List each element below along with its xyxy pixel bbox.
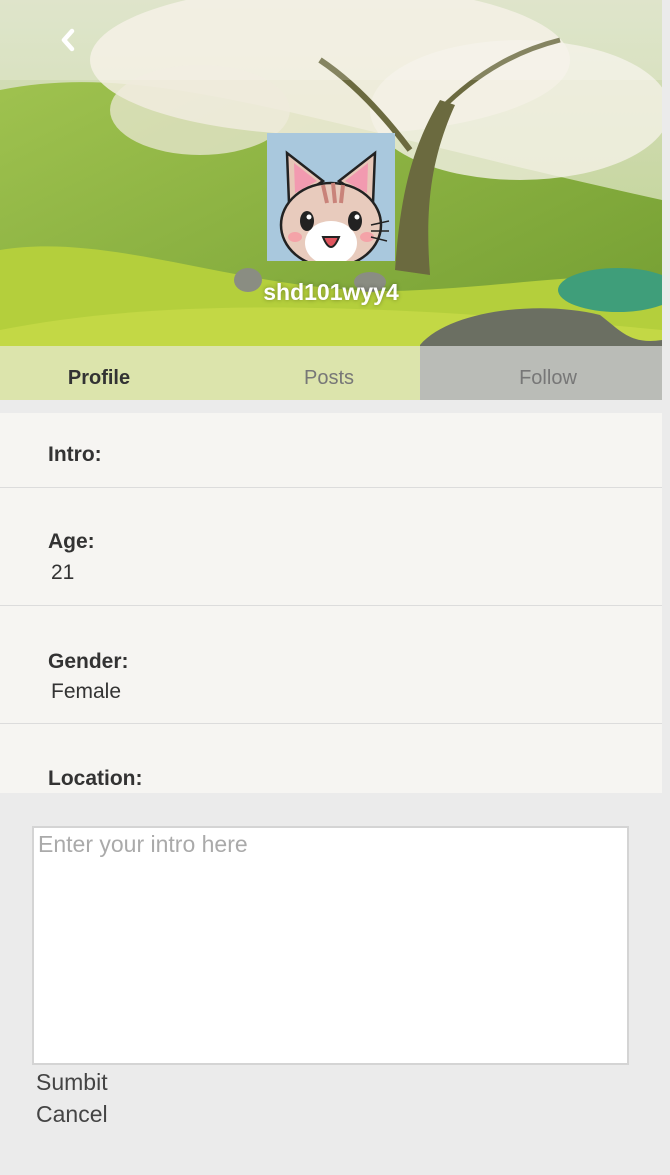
tab-posts[interactable]: Posts (249, 346, 409, 400)
location-label: Location: (48, 767, 143, 790)
tab-follow[interactable]: Follow (468, 346, 628, 400)
profile-info: Intro: Age: 21 Gender: Female Location: (0, 413, 662, 793)
avatar[interactable] (267, 133, 395, 261)
profile-cover: shd101wyy4 Profile Posts Follow (0, 0, 662, 400)
age-value: 21 (51, 561, 75, 584)
tab-profile[interactable]: Profile (19, 346, 179, 400)
cancel-button[interactable]: Cancel (36, 1101, 108, 1128)
intro-row[interactable]: Intro: (0, 413, 662, 488)
age-row: Age: 21 (0, 488, 662, 606)
edit-intro-panel: Sumbit Cancel (0, 793, 670, 1175)
top-bar (0, 0, 662, 80)
location-row: Location: (0, 724, 662, 793)
profile-tabs: Profile Posts Follow (0, 346, 662, 400)
back-button[interactable] (48, 20, 88, 60)
chevron-left-icon (61, 28, 75, 52)
age-label: Age: (48, 530, 95, 553)
cat-avatar-icon (267, 133, 395, 261)
intro-input[interactable] (32, 826, 629, 1065)
gender-label: Gender: (48, 650, 129, 673)
intro-label: Intro: (48, 443, 102, 466)
username: shd101wyy4 (263, 279, 399, 305)
gender-row: Gender: Female (0, 606, 662, 724)
submit-button[interactable]: Sumbit (36, 1069, 108, 1096)
gender-value: Female (51, 680, 122, 703)
